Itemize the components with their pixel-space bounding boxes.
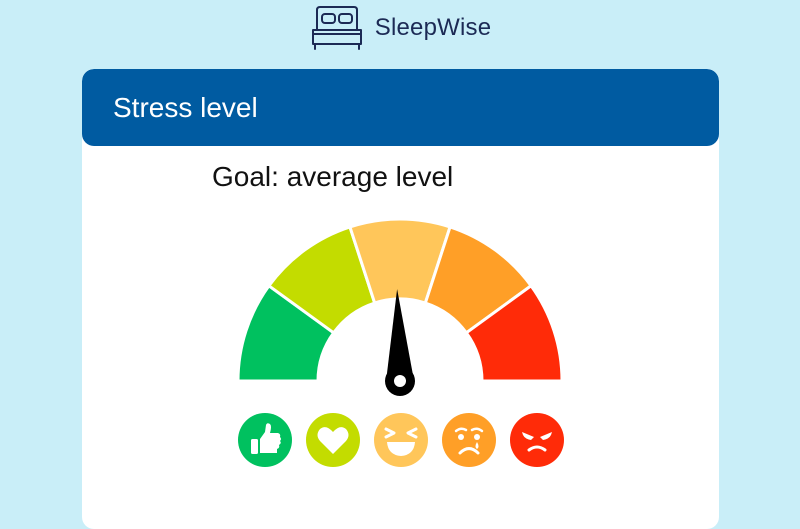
thumbs-up-icon <box>238 413 292 467</box>
app-name: SleepWise <box>374 14 492 41</box>
laughing-face-icon <box>374 413 428 467</box>
emoji-row <box>238 413 564 467</box>
gauge-needle-pivot <box>394 375 406 387</box>
stress-card: Stress level Goal: average level <box>82 69 719 529</box>
bed-icon <box>311 6 362 50</box>
heart-icon <box>306 413 360 467</box>
app-header: SleepWise <box>0 0 800 56</box>
angry-face-icon <box>510 413 564 467</box>
crying-face-icon <box>442 413 496 467</box>
